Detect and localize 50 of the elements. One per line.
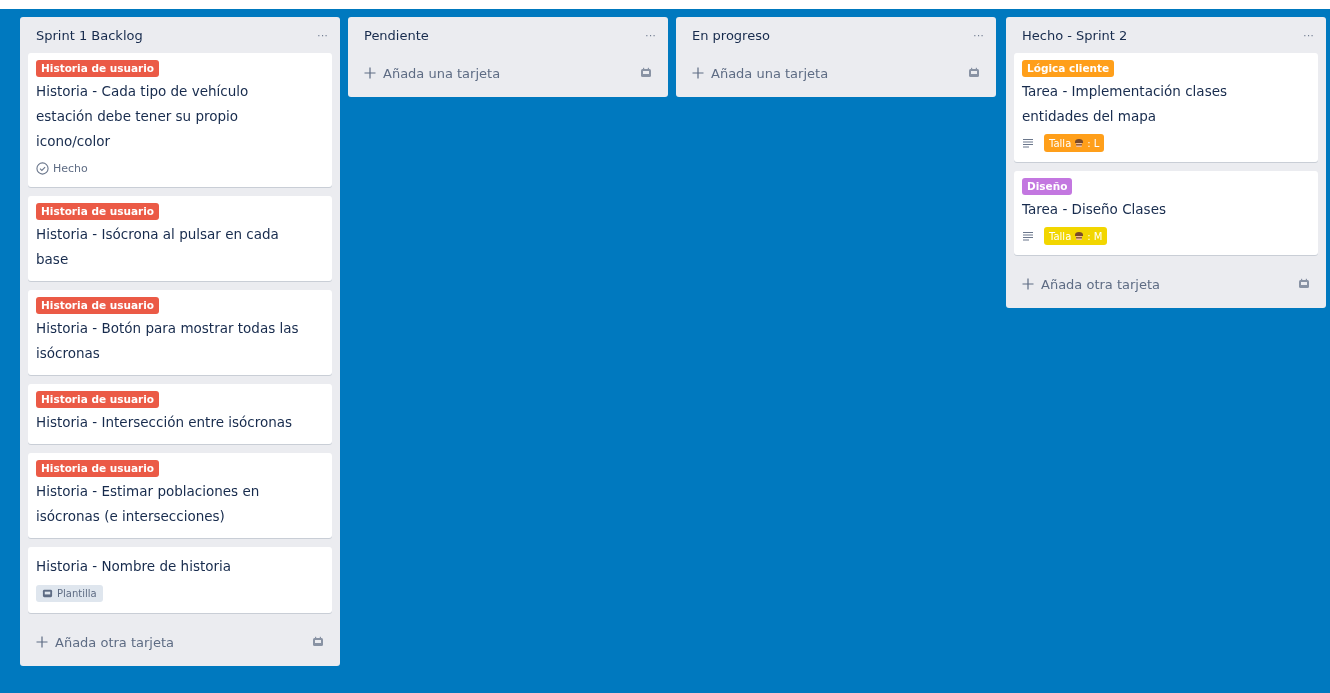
card[interactable]: Historia de usuario Historia - Intersección entre isócronas bbox=[28, 384, 332, 444]
template-icon[interactable] bbox=[312, 636, 324, 648]
template-icon[interactable] bbox=[968, 67, 980, 79]
card[interactable]: Historia de usuario Historia - Estimar poblaciones en isócronas (e intersecciones) bbox=[28, 453, 332, 538]
list-menu-button[interactable]: ··· bbox=[973, 29, 984, 41]
plus-icon[interactable] bbox=[364, 67, 376, 79]
done-badge-text: Hecho bbox=[53, 161, 88, 175]
template-icon[interactable] bbox=[640, 67, 652, 79]
size-badge: Talla : L bbox=[1044, 134, 1105, 152]
card-title: Tarea - Implementación clases entidades del mapa bbox=[1022, 82, 1228, 126]
card[interactable]: Historia - Nombre de historia Plantilla bbox=[28, 547, 332, 613]
add-card-button[interactable]: Añada una tarjeta bbox=[364, 65, 501, 81]
add-card-button[interactable]: Añada otra tarjeta bbox=[36, 634, 175, 650]
card-title: Tarea - Diseño Clases bbox=[1022, 200, 1167, 219]
template-badge: Plantilla bbox=[36, 585, 103, 602]
list-title[interactable]: Sprint 1 Backlog bbox=[36, 27, 143, 43]
template-icon[interactable] bbox=[1298, 278, 1310, 290]
card-title: Historia - Nombre de historia bbox=[36, 557, 233, 576]
card[interactable]: Diseño Tarea - Diseño Clases Talla : M bbox=[1014, 171, 1318, 255]
list-menu-button[interactable]: ··· bbox=[645, 29, 656, 41]
list-menu-button[interactable]: ··· bbox=[1303, 29, 1314, 41]
card-label: Historia de usuario bbox=[36, 391, 159, 408]
list-title[interactable]: Pendiente bbox=[364, 27, 429, 43]
add-card-button[interactable]: Añada otra tarjeta bbox=[1022, 276, 1161, 292]
card-label: Historia de usuario bbox=[36, 203, 159, 220]
card-label: Historia de usuario bbox=[36, 60, 159, 77]
card[interactable]: Historia de usuario Historia - Isócrona al pulsar en cada base bbox=[28, 196, 332, 281]
card-label: Lógica cliente bbox=[1022, 60, 1115, 77]
card-label: Diseño bbox=[1022, 178, 1073, 195]
description-icon bbox=[1022, 231, 1034, 241]
plus-icon[interactable] bbox=[36, 636, 48, 648]
card-title: Historia - Botón para mostrar todas las isócronas bbox=[36, 319, 300, 363]
description-icon bbox=[1022, 138, 1034, 148]
check-circle-icon bbox=[36, 161, 49, 175]
list-title[interactable]: Hecho - Sprint 2 bbox=[1022, 27, 1128, 43]
card[interactable]: Lógica cliente Tarea - Implementación clases entidades del mapa Talla : L bbox=[1014, 53, 1318, 162]
size-badge: Talla : M bbox=[1044, 227, 1108, 245]
card-title: Historia - Estimar poblaciones en isócronas (e intersecciones) bbox=[36, 482, 261, 526]
card-title: Historia - Isócrona al pulsar en cada base bbox=[36, 225, 280, 269]
plus-icon[interactable] bbox=[692, 67, 704, 79]
card-label: Historia de usuario bbox=[36, 460, 159, 477]
card-title: Historia - Cada tipo de vehículo estación debe tener su propio icono/color bbox=[36, 82, 250, 151]
list-title[interactable]: En progreso bbox=[692, 27, 770, 43]
card-title: Historia - Intersección entre isócronas bbox=[36, 413, 294, 432]
plus-icon[interactable] bbox=[1022, 278, 1034, 290]
list-menu-button[interactable]: ··· bbox=[317, 29, 328, 41]
card-label: Historia de usuario bbox=[36, 297, 159, 314]
card[interactable]: Historia de usuario Historia - Botón para mostrar todas las isócronas bbox=[28, 290, 332, 375]
add-card-button[interactable]: Añada una tarjeta bbox=[692, 65, 829, 81]
card[interactable]: Historia de usuario Historia - Cada tipo de vehículo estación debe tener su propio icono/color Hecho bbox=[28, 53, 332, 187]
